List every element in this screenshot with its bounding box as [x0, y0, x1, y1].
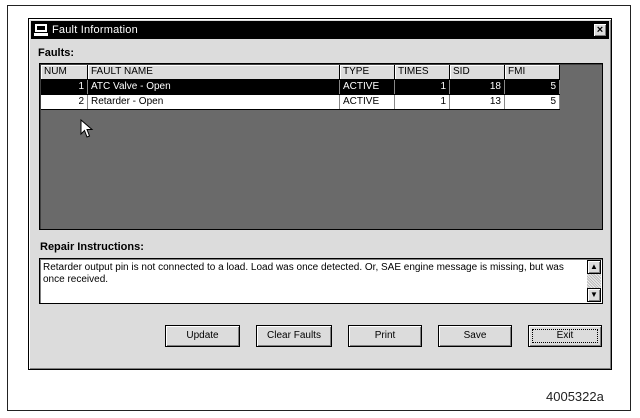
- close-button[interactable]: ×: [593, 23, 607, 37]
- mouse-pointer-icon: [80, 119, 94, 138]
- cell-fmi: 5: [505, 80, 560, 94]
- column-header-type[interactable]: TYPE: [340, 65, 395, 79]
- vertical-scrollbar[interactable]: ▲ ▼: [587, 260, 601, 302]
- repair-instructions-box[interactable]: Retarder output pin is not connected to …: [39, 258, 603, 304]
- window-title: Fault Information: [52, 24, 138, 36]
- print-button[interactable]: Print: [348, 325, 422, 347]
- table-row[interactable]: 1 ATC Valve - Open ACTIVE 1 18 5: [41, 80, 560, 95]
- save-button[interactable]: Save: [438, 325, 512, 347]
- column-header-num[interactable]: NUM: [41, 65, 88, 79]
- faults-label: Faults:: [38, 47, 75, 59]
- scroll-up-arrow-icon[interactable]: ▲: [587, 260, 601, 274]
- fault-information-dialog: Fault Information × Faults: NUM FAULT NA…: [28, 18, 612, 370]
- column-header-sid[interactable]: SID: [450, 65, 505, 79]
- repair-instructions-label: Repair Instructions:: [40, 241, 144, 253]
- cell-times: 1: [395, 80, 450, 94]
- figure-caption: 4005322a: [546, 389, 604, 404]
- exit-button[interactable]: Exit: [528, 325, 602, 347]
- clear-faults-button[interactable]: Clear Faults: [256, 325, 332, 347]
- scroll-down-arrow-icon[interactable]: ▼: [587, 288, 601, 302]
- cell-type: ACTIVE: [340, 95, 395, 109]
- focus-ring: [532, 329, 598, 343]
- cell-num: 1: [41, 80, 88, 94]
- table-row[interactable]: 2 Retarder - Open ACTIVE 1 13 5: [41, 95, 560, 110]
- computer-icon: [34, 24, 48, 36]
- faults-table[interactable]: NUM FAULT NAME TYPE TIMES SID FMI 1 ATC …: [39, 63, 603, 230]
- cell-fault-name: Retarder - Open: [88, 95, 340, 109]
- column-header-fault-name[interactable]: FAULT NAME: [88, 65, 340, 79]
- cell-sid: 13: [450, 95, 505, 109]
- cell-fmi: 5: [505, 95, 560, 109]
- cell-num: 2: [41, 95, 88, 109]
- column-header-fmi[interactable]: FMI: [505, 65, 560, 79]
- cell-times: 1: [395, 95, 450, 109]
- column-header-times[interactable]: TIMES: [395, 65, 450, 79]
- repair-instructions-text: Retarder output pin is not connected to …: [43, 262, 564, 285]
- table-header: NUM FAULT NAME TYPE TIMES SID FMI: [41, 65, 560, 80]
- cell-fault-name: ATC Valve - Open: [88, 80, 340, 94]
- cell-sid: 18: [450, 80, 505, 94]
- cell-type: ACTIVE: [340, 80, 395, 94]
- title-bar[interactable]: Fault Information ×: [31, 21, 609, 39]
- update-button[interactable]: Update: [165, 325, 240, 347]
